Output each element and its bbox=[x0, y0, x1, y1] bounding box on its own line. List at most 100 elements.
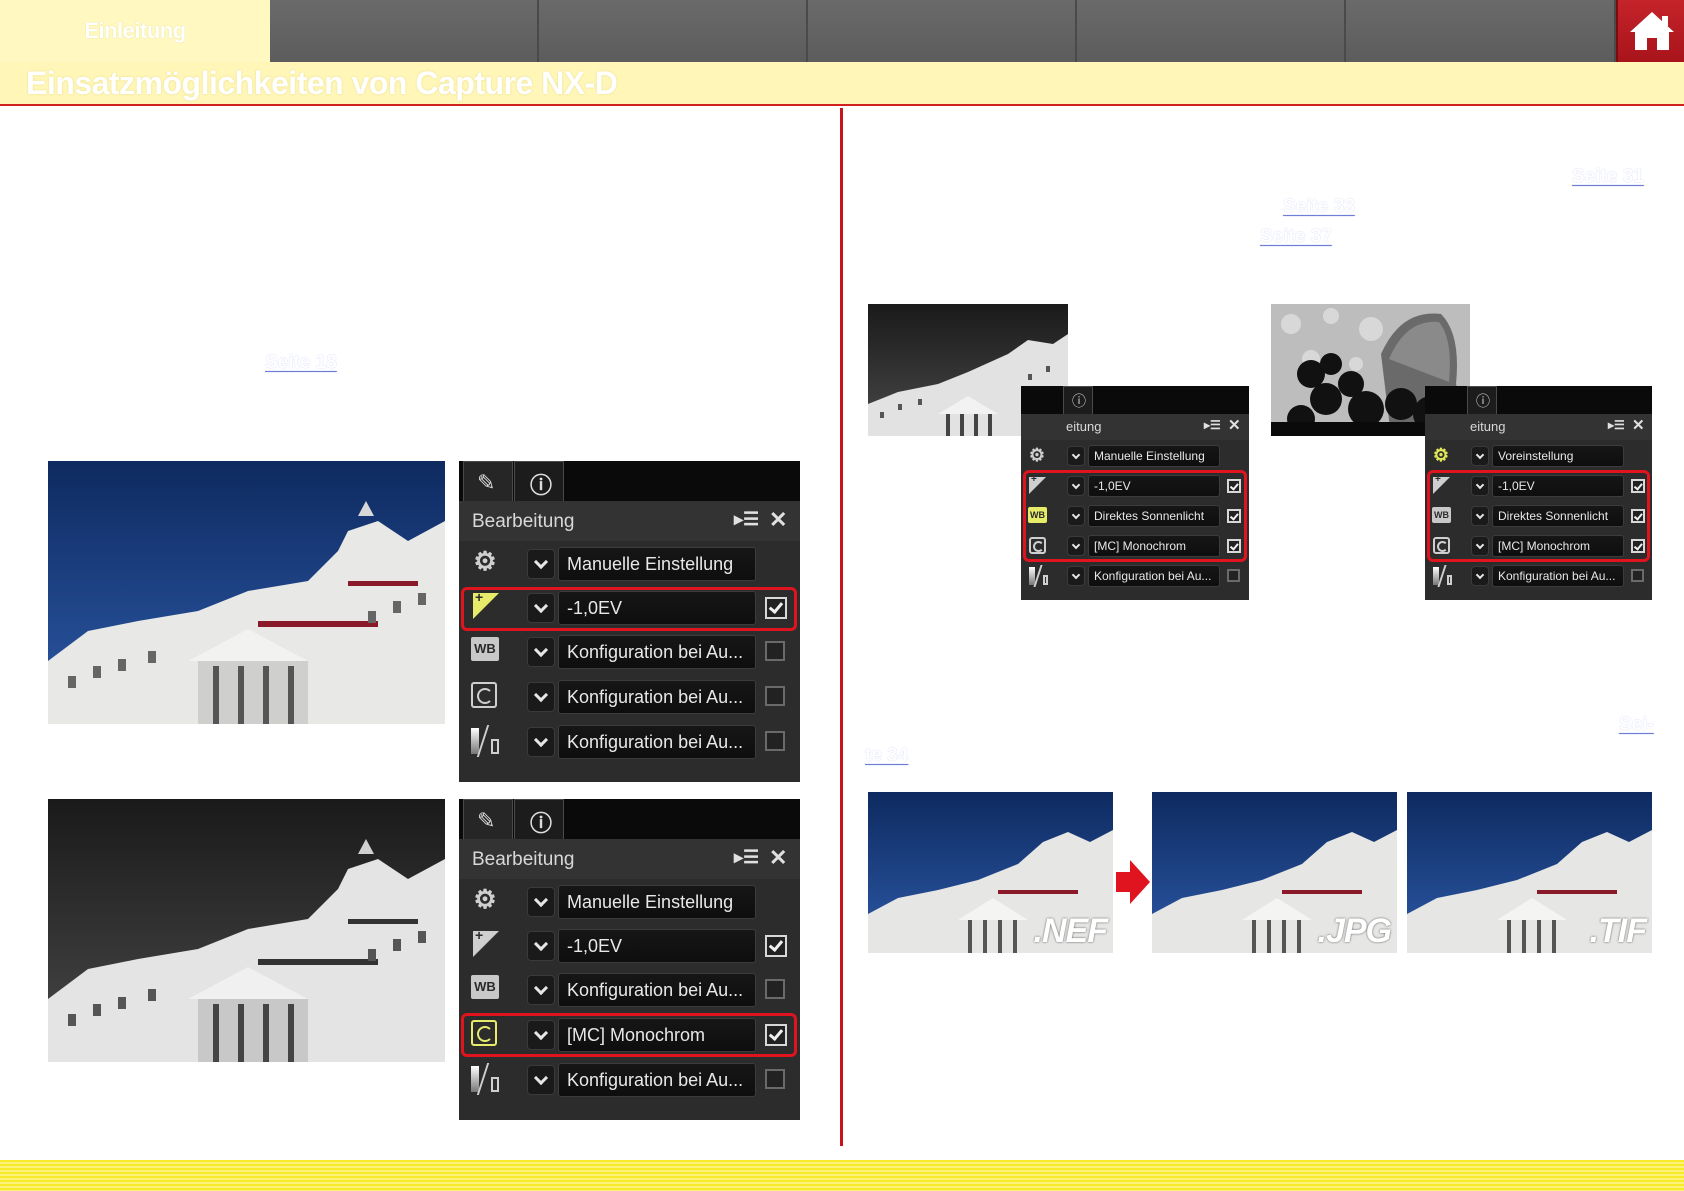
edit-pencil-icon: ✎ bbox=[477, 470, 496, 495]
dropdown-value[interactable]: Konfiguration bei Au... bbox=[1492, 565, 1624, 587]
dropdown-value[interactable]: Konfiguration bei Au... bbox=[558, 973, 756, 1007]
chevron-down-icon[interactable] bbox=[527, 637, 555, 667]
dropdown-value[interactable]: Konfiguration bei Au... bbox=[1088, 565, 1220, 587]
footer-band bbox=[0, 1160, 1684, 1191]
panel-row-active-d-lighting: Konfiguration bei Au... bbox=[459, 1061, 800, 1101]
panel-row-preset: ⚙ Manuelle Einstellung bbox=[1021, 443, 1249, 471]
chevron-down-icon[interactable] bbox=[527, 682, 555, 712]
dropdown-value[interactable]: Voreinstellung bbox=[1492, 445, 1624, 467]
panel-row-picture-control: Konfiguration bei Au... bbox=[459, 678, 800, 718]
panel-title: eitung bbox=[1470, 419, 1506, 434]
panel-title: eitung bbox=[1066, 419, 1102, 434]
format-label-tif: .TIF bbox=[1589, 912, 1647, 950]
tab-edit[interactable]: ✎ bbox=[463, 461, 513, 501]
chevron-down-icon[interactable] bbox=[1067, 566, 1085, 586]
dropdown-value[interactable]: Manuelle Einstellung bbox=[558, 547, 756, 581]
arrow-right-icon bbox=[1116, 860, 1150, 904]
highlight-frame bbox=[461, 1013, 797, 1057]
white-balance-icon: WB bbox=[471, 975, 499, 999]
top-navigation: Einleitung bbox=[0, 0, 1684, 62]
info-icon: ⓘ bbox=[1072, 393, 1086, 409]
dropdown-value[interactable]: Konfiguration bei Au... bbox=[558, 1063, 756, 1097]
row-checkbox[interactable] bbox=[1227, 569, 1240, 582]
home-icon bbox=[1630, 12, 1674, 50]
title-band: Einsatzmöglichkeiten von Capture NX-D bbox=[0, 62, 1684, 106]
photo-building-monochrome bbox=[48, 799, 445, 1062]
chevron-down-icon[interactable] bbox=[527, 975, 555, 1005]
edit-panel-4: ⓘ eitung ▸☰ ✕ ⚙ Voreinstellung + -1,0EV … bbox=[1425, 386, 1652, 600]
tab-info[interactable]: ⓘ bbox=[1467, 386, 1497, 414]
row-checkbox[interactable] bbox=[765, 935, 787, 957]
dropdown-value[interactable]: Manuelle Einstellung bbox=[558, 885, 756, 919]
link-seite-34-part2[interactable]: te 34 bbox=[865, 745, 908, 767]
chevron-down-icon[interactable] bbox=[527, 727, 555, 757]
tab-einleitung[interactable]: Einleitung bbox=[0, 0, 270, 62]
info-icon: ⓘ bbox=[1476, 393, 1490, 409]
highlight-frame bbox=[1427, 470, 1650, 562]
panel-row-active-d-lighting: Konfiguration bei Au... bbox=[459, 723, 800, 763]
home-button[interactable] bbox=[1616, 0, 1684, 62]
active-d-lighting-icon bbox=[471, 1063, 500, 1095]
tab-label: Einleitung bbox=[84, 18, 186, 43]
tab-info[interactable]: ⓘ bbox=[1063, 386, 1093, 414]
page-title: Einsatzmöglichkeiten von Capture NX-D bbox=[26, 65, 618, 101]
panel-menu-icon[interactable]: ▸☰ bbox=[1608, 418, 1625, 432]
link-seite-18[interactable]: Seite 18 bbox=[265, 352, 337, 374]
row-checkbox[interactable] bbox=[1631, 569, 1644, 582]
panel-row-preset: ⚙ Manuelle Einstellung bbox=[459, 883, 800, 923]
panel-row-preset: ⚙ Manuelle Einstellung bbox=[459, 545, 800, 585]
gear-icon: ⚙ bbox=[473, 546, 497, 576]
close-icon[interactable]: ✕ bbox=[769, 845, 787, 871]
row-checkbox[interactable] bbox=[765, 1069, 785, 1089]
edit-panel-2: ✎ ⓘ Bearbeitung ▸☰ ✕ ⚙ Manuelle Einstell… bbox=[459, 799, 800, 1120]
close-icon[interactable]: ✕ bbox=[1228, 416, 1241, 434]
panel-menu-icon[interactable]: ▸☰ bbox=[734, 847, 759, 868]
tab-2[interactable] bbox=[270, 0, 539, 62]
dropdown-value[interactable]: Konfiguration bei Au... bbox=[558, 635, 756, 669]
photo-format-nef: .NEF bbox=[868, 792, 1113, 953]
gear-icon: ⚙ bbox=[1432, 445, 1450, 465]
info-icon: ⓘ bbox=[530, 473, 553, 498]
panel-title: Bearbeitung bbox=[472, 511, 575, 532]
panel-menu-icon[interactable]: ▸☰ bbox=[1204, 418, 1221, 432]
tab-4[interactable] bbox=[808, 0, 1077, 62]
close-icon[interactable]: ✕ bbox=[769, 507, 787, 533]
format-label-jpg: .JPG bbox=[1317, 912, 1392, 950]
row-checkbox[interactable] bbox=[765, 641, 785, 661]
link-seite-34-part1[interactable]: Sei- bbox=[1619, 714, 1654, 736]
tab-6[interactable] bbox=[1346, 0, 1616, 62]
link-seite-31[interactable]: Seite 31 bbox=[1572, 166, 1644, 188]
dropdown-value[interactable]: -1,0EV bbox=[558, 929, 756, 963]
row-checkbox[interactable] bbox=[765, 731, 785, 751]
row-checkbox[interactable] bbox=[765, 686, 785, 706]
tab-3[interactable] bbox=[539, 0, 808, 62]
gear-icon: ⚙ bbox=[1028, 445, 1046, 465]
edit-panel-3: ⓘ eitung ▸☰ ✕ ⚙ Manuelle Einstellung + -… bbox=[1021, 386, 1249, 600]
row-checkbox[interactable] bbox=[765, 979, 785, 999]
link-seite-37[interactable]: Seite 37 bbox=[1260, 226, 1332, 248]
active-d-lighting-icon bbox=[1029, 565, 1048, 587]
chevron-down-icon[interactable] bbox=[527, 887, 555, 917]
gear-icon: ⚙ bbox=[473, 884, 497, 914]
dropdown-value[interactable]: Konfiguration bei Au... bbox=[558, 680, 756, 714]
chevron-down-icon[interactable] bbox=[527, 931, 555, 961]
link-seite-33[interactable]: Seite 33 bbox=[1283, 196, 1355, 218]
chevron-down-icon[interactable] bbox=[1471, 446, 1489, 466]
dropdown-value[interactable]: Konfiguration bei Au... bbox=[558, 725, 756, 759]
close-icon[interactable]: ✕ bbox=[1632, 416, 1645, 434]
tab-edit[interactable]: ✎ bbox=[463, 799, 513, 839]
panel-row-active-d-lighting: Konfiguration bei Au... bbox=[1425, 563, 1652, 591]
chevron-down-icon[interactable] bbox=[1471, 566, 1489, 586]
highlight-frame bbox=[1023, 470, 1247, 562]
panel-row-white-balance: WB Konfiguration bei Au... bbox=[459, 633, 800, 673]
tab-5[interactable] bbox=[1077, 0, 1346, 62]
chevron-down-icon[interactable] bbox=[1067, 446, 1085, 466]
dropdown-value[interactable]: Manuelle Einstellung bbox=[1088, 445, 1220, 467]
format-label-nef: .NEF bbox=[1033, 912, 1108, 950]
tab-info[interactable]: ⓘ bbox=[514, 799, 564, 839]
tab-info[interactable]: ⓘ bbox=[514, 461, 564, 501]
chevron-down-icon[interactable] bbox=[527, 549, 555, 579]
chevron-down-icon[interactable] bbox=[527, 1065, 555, 1095]
panel-menu-icon[interactable]: ▸☰ bbox=[734, 509, 759, 530]
column-divider bbox=[840, 108, 843, 1146]
